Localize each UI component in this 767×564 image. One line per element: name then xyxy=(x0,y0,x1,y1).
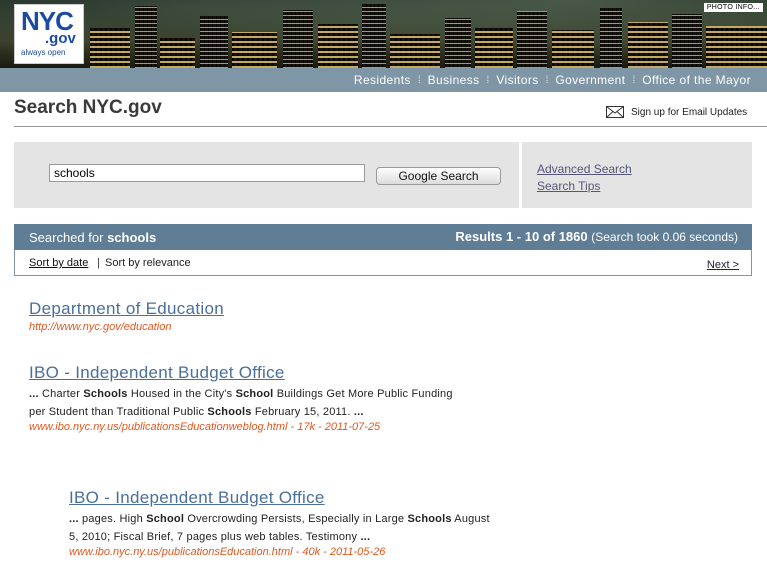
snippet-text: 5, 2010; Fiscal Brief, 7 pages plus web … xyxy=(69,531,361,543)
skyline-building xyxy=(475,28,513,68)
search-input[interactable] xyxy=(49,164,365,182)
skyline-building xyxy=(135,6,157,68)
snippet-text: Buildings Get More Public Funding xyxy=(273,388,453,400)
nav-separator: ⁞ xyxy=(417,74,421,86)
result-url: www.ibo.nyc.ny.us/publicationsEducation.… xyxy=(69,546,386,558)
search-time: (Search took 0.06 seconds) xyxy=(591,230,738,244)
skyline-building xyxy=(517,11,547,68)
result-snippet: ... Charter Schools Housed in the City's… xyxy=(29,385,453,421)
photo-info-button[interactable]: PHOTO INFO... xyxy=(703,3,763,12)
nav-office-of-the-mayor[interactable]: Office of the Mayor xyxy=(642,73,751,87)
results-header: Searched for schools Results 1 - 10 of 1… xyxy=(14,224,752,250)
skyline-building xyxy=(628,22,668,68)
nav-separator: ⁞ xyxy=(486,74,490,86)
advanced-search-link[interactable]: Advanced Search xyxy=(537,162,632,176)
nav-government[interactable]: Government xyxy=(555,73,625,87)
searched-for: Searched for schools xyxy=(29,230,156,245)
snippet-text: Charter xyxy=(42,388,84,400)
skyline-building xyxy=(90,28,130,68)
searched-term: schools xyxy=(107,230,157,245)
nav-bar: Residents ⁞ Business ⁞ Visitors ⁞ Govern… xyxy=(0,68,767,92)
snippet-highlight: Schools xyxy=(83,388,128,400)
snippet-highlight: ... xyxy=(353,406,364,418)
nav-separator: ⁞ xyxy=(545,74,549,86)
result-snippet-line: per Student than Traditional Public Scho… xyxy=(29,403,453,421)
nav-residents[interactable]: Residents xyxy=(354,73,411,87)
skyline-building xyxy=(672,14,702,68)
snippet-highlight: School xyxy=(146,513,185,525)
searched-for-label: Searched for xyxy=(29,230,104,245)
result-title-link[interactable]: Department of Education xyxy=(29,299,224,319)
sort-by-relevance-label: Sort by relevance xyxy=(105,257,191,269)
nyc-logo[interactable]: NYC .gov always open xyxy=(14,4,84,64)
result-snippet: ... pages. High School Overcrowding Pers… xyxy=(69,510,490,546)
email-signup-label: Sign up for Email Updates xyxy=(631,106,748,118)
email-signup-link[interactable]: Sign up for Email Updates xyxy=(606,106,747,118)
nav-business[interactable]: Business xyxy=(428,73,480,87)
result-url: www.ibo.nyc.ny.us/publicationsEducationw… xyxy=(29,421,381,433)
next-page-link[interactable]: Next > xyxy=(707,259,739,271)
snippet-highlight: ... xyxy=(69,513,79,525)
snippet-highlight: Schools xyxy=(407,513,452,525)
logo-gov-text: .gov xyxy=(45,30,76,47)
result-title-link[interactable]: IBO - Independent Budget Office xyxy=(69,488,490,508)
skyline-building xyxy=(200,16,228,68)
logo-tagline: always open xyxy=(21,48,66,57)
page-title: Search NYC.gov xyxy=(14,97,162,118)
skyline-building xyxy=(160,38,195,68)
skyline-building xyxy=(445,18,471,68)
results-count: Results 1 - 10 of 1860 (Search took 0.06… xyxy=(455,229,738,244)
search-tips-link[interactable]: Search Tips xyxy=(537,179,600,193)
snippet-highlight: Schools xyxy=(207,406,252,418)
header-banner: NYC .gov always open PHOTO INFO... xyxy=(0,0,767,68)
search-result: IBO - Independent Budget Office ... Char… xyxy=(29,363,453,433)
skyline-building xyxy=(232,32,277,68)
sort-by-date-link[interactable]: Sort by date xyxy=(29,257,88,269)
snippet-text: February 15, 2011. xyxy=(251,406,354,418)
skyline-building xyxy=(706,26,767,68)
skyline-building xyxy=(600,8,622,68)
snippet-text: Housed in the City's xyxy=(127,388,236,400)
snippet-text: per Student than Traditional Public xyxy=(29,406,208,418)
skyline-building xyxy=(283,10,313,68)
snippet-highlight: School xyxy=(235,388,274,400)
result-url: http://www.nyc.gov/education xyxy=(29,321,172,333)
result-snippet-line: ... pages. High School Overcrowding Pers… xyxy=(69,510,490,528)
snippet-text: August xyxy=(451,513,490,525)
sort-separator: | xyxy=(97,257,100,269)
nav-separator: ⁞ xyxy=(632,74,636,86)
results-range: Results 1 - 10 of 1860 xyxy=(455,229,588,244)
nav-visitors[interactable]: Visitors xyxy=(496,73,538,87)
skyline-building xyxy=(362,4,386,68)
result-snippet-line: 5, 2010; Fiscal Brief, 7 pages plus web … xyxy=(69,528,490,546)
snippet-highlight: ... xyxy=(360,531,371,543)
snippet-text: Overcrowding Persists, Especially in Lar… xyxy=(184,513,408,525)
snippet-highlight: ... xyxy=(29,388,43,400)
sort-bar: Sort by date | Sort by relevance Next > xyxy=(14,250,752,276)
title-divider xyxy=(14,126,767,127)
snippet-text: pages. High xyxy=(78,513,147,525)
google-search-button[interactable]: Google Search xyxy=(376,167,501,185)
envelope-icon xyxy=(606,106,624,118)
result-snippet-line: ... Charter Schools Housed in the City's… xyxy=(29,385,453,403)
main-nav: Residents ⁞ Business ⁞ Visitors ⁞ Govern… xyxy=(354,68,751,92)
skyline-building xyxy=(318,24,358,68)
search-panel: Google Search xyxy=(14,142,519,208)
result-title-link[interactable]: IBO - Independent Budget Office xyxy=(29,363,453,383)
search-links-panel: Advanced Search Search Tips xyxy=(522,142,752,208)
search-result: IBO - Independent Budget Office ... page… xyxy=(69,488,490,558)
skyline-building xyxy=(390,34,440,68)
skyline-building xyxy=(552,30,594,68)
search-result: Department of Education http://www.nyc.g… xyxy=(29,299,224,333)
